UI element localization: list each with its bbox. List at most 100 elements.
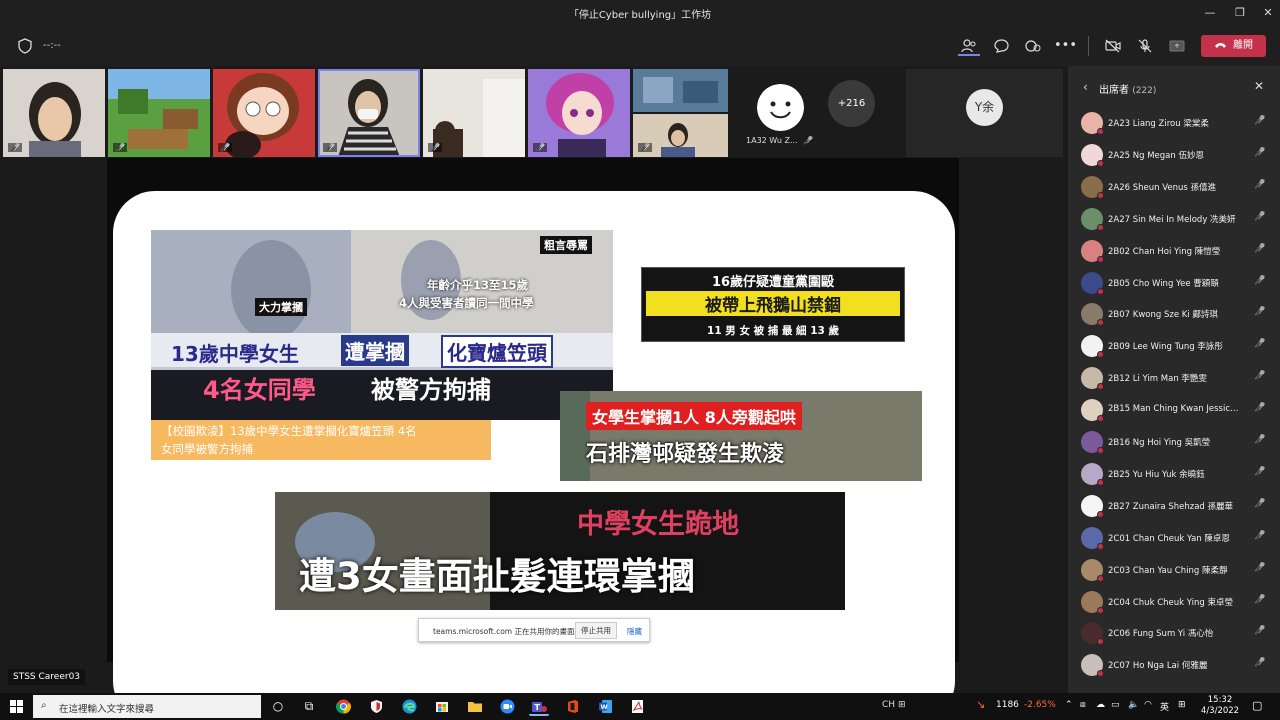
mic-muted-icon[interactable]: 🎤̸ (1254, 499, 1265, 509)
word-icon[interactable]: W (595, 697, 615, 716)
shield-app-icon[interactable] (366, 697, 386, 716)
initials-tile[interactable]: Y余 (906, 69, 1063, 157)
stop-sharing-button[interactable]: 停止共用 (575, 622, 617, 639)
participant-row[interactable]: 2B12 Li Yim Man 李艷雯 🎤̸ (1068, 363, 1280, 395)
participants-button[interactable] (958, 36, 980, 56)
participant-tile-4[interactable]: 🎤̸ (318, 69, 420, 157)
avatar (1081, 207, 1104, 231)
mic-muted-icon[interactable]: 🎤̸ (1254, 212, 1265, 222)
mic-toggle-button[interactable] (1134, 36, 1156, 56)
mic-muted-icon[interactable]: 🎤̸ (1254, 276, 1265, 286)
participant-row[interactable]: 2B09 Lee Wing Tung 李詠彤 🎤̸ (1068, 331, 1280, 363)
cortana-icon[interactable]: ○ (268, 697, 288, 716)
participant-row[interactable]: 2C07 Ho Nga Lai 何雅麗 🎤̸ (1068, 650, 1280, 682)
chat-button[interactable] (990, 36, 1012, 56)
input-language[interactable]: 英 (1160, 700, 1169, 713)
participant-row[interactable]: 2A27 Sin Mei In Melody 冼美妍 🎤̸ (1068, 204, 1280, 236)
mic-muted-icon[interactable]: 🎤̸ (1254, 467, 1265, 477)
mic-muted-icon[interactable]: 🎤̸ (1254, 339, 1265, 349)
mic-muted-icon[interactable]: 🎤̸ (1254, 531, 1265, 541)
avatar (1081, 558, 1104, 582)
participant-name: 2C04 Chuk Cheuk Ying 束卓瑩 (1108, 597, 1233, 608)
windows-start-icon[interactable] (10, 700, 23, 713)
participant-row[interactable]: 2C06 Fung Sum Yi 馮心怡 🎤̸ (1068, 618, 1280, 650)
participant-row[interactable]: 2B07 Kwong Sze Ki 鄺詩琪 🎤̸ (1068, 299, 1280, 331)
notification-icon[interactable]: ▢ (1252, 699, 1262, 712)
participant-row[interactable]: 2A26 Sheun Venus 孫僖進 🎤̸ (1068, 172, 1280, 204)
mic-muted-icon[interactable]: 🎤̸ (1254, 435, 1265, 445)
participant-tile-3[interactable]: 🎤̸ (213, 69, 315, 157)
chrome-icon[interactable] (333, 697, 353, 716)
minimize-button[interactable]: — (1200, 4, 1220, 22)
reactions-button[interactable] (1022, 36, 1044, 56)
shield-icon[interactable] (18, 38, 32, 54)
mic-muted-icon[interactable]: 🎤̸ (1254, 563, 1265, 573)
mic-muted-icon[interactable]: 🎤̸ (1254, 403, 1265, 413)
file-explorer-icon[interactable] (465, 697, 485, 716)
zoom-icon[interactable] (497, 697, 517, 716)
tray-teams-icon[interactable]: ⧈ (1080, 700, 1086, 710)
participant-name: 2B16 Ng Hoi Ying 吳凱瑩 (1108, 438, 1211, 448)
participant-name: 2C07 Ho Nga Lai 何雅麗 (1108, 661, 1208, 672)
participant-tile-6[interactable]: 🎤̸ (528, 69, 630, 157)
participant-row[interactable]: 2A25 Ng Megan 伍妙恩 🎤̸ (1068, 140, 1280, 172)
teams-icon[interactable]: T (529, 697, 549, 716)
participant-tile-7[interactable]: 🎤̸ (633, 69, 728, 157)
mic-muted-icon[interactable]: 🎤̸ (1254, 307, 1265, 317)
office-icon[interactable] (563, 697, 583, 716)
status-busy-icon (1097, 415, 1104, 423)
participant-row[interactable]: 2A23 Liang Zirou 梁棠柔 🎤̸ (1068, 108, 1280, 140)
camera-toggle-button[interactable] (1102, 36, 1124, 56)
hide-button[interactable]: 隱藏 (627, 626, 642, 637)
participant-tile-1[interactable]: 🎤̸ (3, 69, 105, 157)
leave-button[interactable]: 離開 (1201, 35, 1266, 57)
network-icon[interactable]: ▭ (1111, 700, 1120, 710)
mic-muted-icon[interactable]: 🎤̸ (1254, 116, 1265, 126)
overflow-tile[interactable]: +216 (803, 69, 905, 157)
participant-row[interactable]: 2C04 Chuk Cheuk Ying 束卓瑩 🎤̸ (1068, 587, 1280, 619)
tray-overflow-icon[interactable]: ⌃ (1065, 700, 1073, 710)
participant-row[interactable]: 2B27 Zunaira Shehzad 孫麗華 🎤̸ (1068, 491, 1280, 523)
mic-muted-icon[interactable]: 🎤̸ (1254, 626, 1265, 636)
volume-icon[interactable]: 🔈 (1128, 700, 1139, 710)
news4-line2: 遭3女畫面扯髮連環掌摑 (299, 555, 695, 598)
pdf-icon[interactable] (627, 697, 647, 716)
mic-muted-icon[interactable]: 🎤̸ (1254, 371, 1265, 381)
participant-row[interactable]: 2C03 Chan Yau Ching 陳柔靜 🎤̸ (1068, 555, 1280, 587)
participant-row[interactable]: 2B15 Man Ching Kwan Jessica ... 🎤̸ (1068, 395, 1280, 427)
participant-row[interactable]: 2B16 Ng Hoi Ying 吳凱瑩 🎤̸ (1068, 427, 1280, 459)
ime-grid-icon[interactable]: ⊞ (1178, 700, 1186, 710)
edge-icon[interactable] (399, 697, 419, 716)
store-icon[interactable] (432, 697, 452, 716)
taskbar-search[interactable]: ⌕ 在這裡輸入文字來搜尋 (33, 695, 261, 718)
mic-muted-icon[interactable]: 🎤̸ (1254, 658, 1265, 668)
stock-change[interactable]: -2.65% (1024, 700, 1056, 710)
participant-tile-5[interactable]: 🎤̸ (423, 69, 525, 157)
keyboard-icon[interactable]: ⊞ (898, 700, 906, 710)
mic-muted-icon[interactable]: 🎤̸ (1254, 148, 1265, 158)
close-window-button[interactable]: ✕ (1258, 4, 1278, 22)
status-busy-icon (1097, 351, 1104, 359)
participant-row[interactable]: 2B02 Chan Hoi Ying 陳愷瑩 🎤̸ (1068, 236, 1280, 268)
chat-icon (993, 39, 1009, 53)
close-panel-icon[interactable]: ✕ (1254, 79, 1264, 93)
share-screen-button[interactable] (1166, 36, 1188, 56)
participant-tile-2[interactable]: 🎤̸ (108, 69, 210, 157)
mic-muted-icon[interactable]: 🎤̸ (1254, 595, 1265, 605)
more-options-button[interactable]: ••• (1054, 36, 1077, 56)
mic-muted-icon[interactable]: 🎤̸ (1254, 180, 1265, 190)
ime-mode[interactable]: CH (882, 700, 895, 710)
back-chevron-icon[interactable]: ‹ (1083, 80, 1088, 94)
mic-muted-icon[interactable]: 🎤̸ (1254, 244, 1265, 254)
stock-value[interactable]: 1186 (996, 700, 1019, 710)
participant-name: 2C03 Chan Yau Ching 陳柔靜 (1108, 565, 1228, 576)
participant-row[interactable]: 2B05 Cho Wing Yee 曹穎頤 🎤̸ (1068, 268, 1280, 300)
participant-row[interactable]: 2B25 Yu Hiu Yuk 余曉鈺 🎤̸ (1068, 459, 1280, 491)
onedrive-icon[interactable]: ☁ (1096, 700, 1105, 710)
participant-row[interactable]: 2C01 Chan Cheuk Yan 陳卓恩 🎤̸ (1068, 523, 1280, 555)
maximize-button[interactable]: ❐ (1230, 4, 1250, 22)
news1-caption: 【校園欺淩】13歲中學女生遭掌摑化寶爐笠頭 4名 女同學被警方拘捕 (151, 420, 491, 460)
system-clock[interactable]: 15:32 4/3/2022 (1200, 695, 1240, 717)
task-view-icon[interactable]: ⧉ (299, 697, 319, 716)
wifi-icon[interactable]: ◠ (1144, 700, 1152, 710)
